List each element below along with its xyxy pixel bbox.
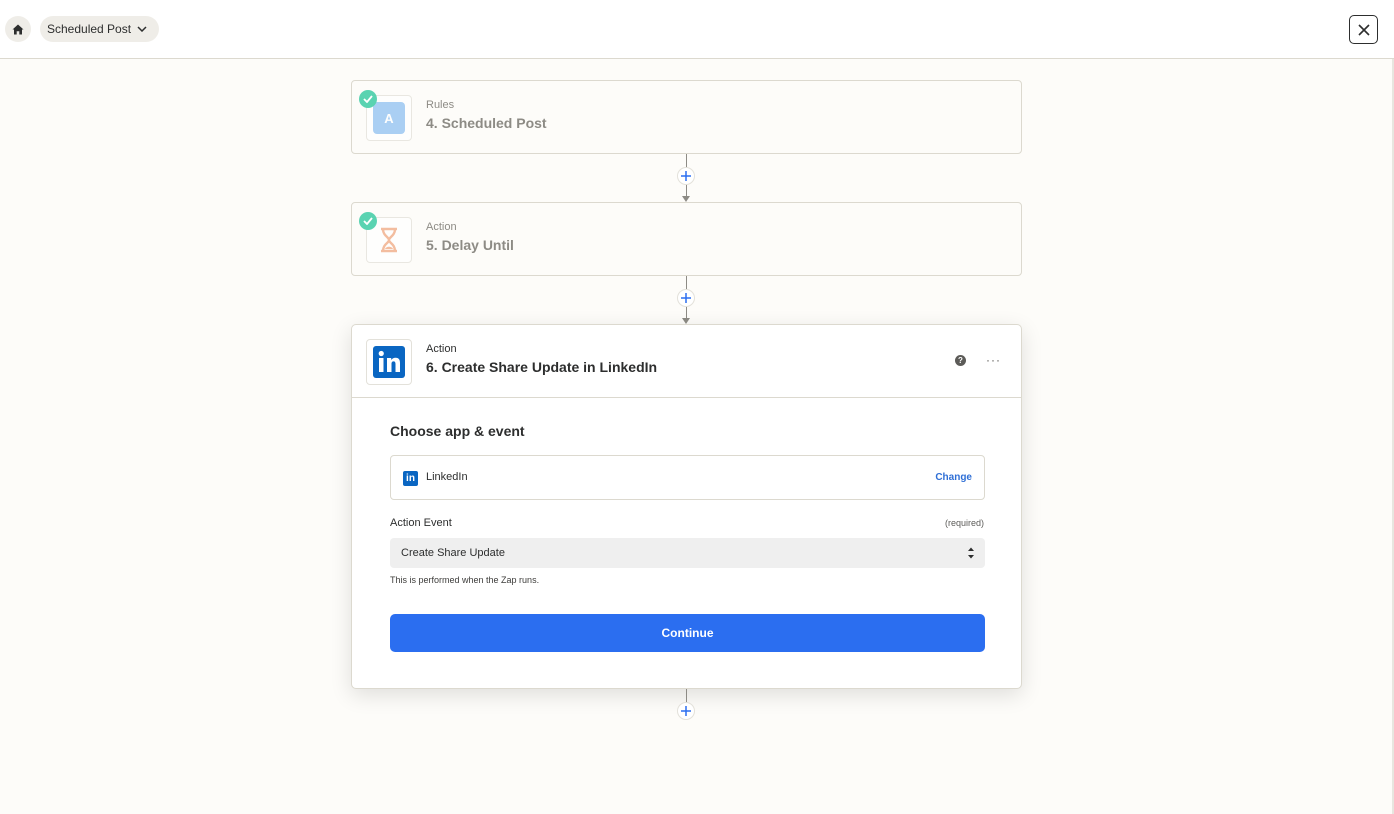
linkedin-icon: in <box>403 471 418 486</box>
required-label: (required) <box>944 518 984 528</box>
action-event-select[interactable]: Create Share Update <box>390 538 985 568</box>
help-icon[interactable]: ? <box>955 355 966 366</box>
continue-button[interactable]: Continue <box>390 614 985 652</box>
plus-icon <box>681 171 691 181</box>
close-icon <box>1357 23 1370 36</box>
action-event-value: Create Share Update <box>401 547 505 559</box>
plus-icon <box>681 706 691 716</box>
hourglass-icon <box>381 227 397 253</box>
sort-icon <box>968 547 974 559</box>
close-button[interactable] <box>1349 15 1378 44</box>
app-name: LinkedIn <box>426 471 468 483</box>
check-icon <box>359 212 377 230</box>
step-6-title: 6. Create Share Update in LinkedIn <box>426 359 658 375</box>
step-5-title: 5. Delay Until <box>426 237 514 253</box>
plus-icon <box>681 293 691 303</box>
app-selector: in LinkedIn Change <box>390 455 985 500</box>
add-step-button[interactable] <box>677 167 695 185</box>
step-6-app-icon <box>366 339 412 385</box>
connector-line <box>686 689 687 703</box>
step-5-kind: Action <box>426 221 457 233</box>
add-step-button[interactable] <box>677 702 695 720</box>
home-icon <box>12 24 24 34</box>
change-app-link[interactable]: Change <box>935 472 972 483</box>
home-button[interactable] <box>5 16 31 42</box>
step-6-card: Action 6. Create Share Update in LinkedI… <box>351 324 1022 689</box>
step-6-kind: Action <box>426 343 457 355</box>
zap-name-dropdown[interactable]: Scheduled Post <box>40 16 160 42</box>
check-icon <box>359 90 377 108</box>
top-bar: Scheduled Post <box>0 0 1394 59</box>
section-title: Choose app & event <box>390 423 525 439</box>
step-6-header[interactable]: Action 6. Create Share Update in LinkedI… <box>352 325 1021 398</box>
zap-name-label: Scheduled Post <box>47 22 132 36</box>
step-5-card[interactable]: Action 5. Delay Until <box>351 202 1022 276</box>
action-event-label: Action Event <box>390 517 452 529</box>
rules-icon: A <box>373 102 405 134</box>
add-step-button[interactable] <box>677 289 695 307</box>
linkedin-icon <box>373 346 405 378</box>
more-options-icon[interactable]: ··· <box>986 353 1001 367</box>
action-event-hint: This is performed when the Zap runs. <box>390 575 540 585</box>
chevron-down-icon <box>137 26 147 32</box>
step-4-kind: Rules <box>426 99 455 111</box>
step-4-card[interactable]: A Rules 4. Scheduled Post <box>351 80 1022 154</box>
step-4-title: 4. Scheduled Post <box>426 115 547 131</box>
